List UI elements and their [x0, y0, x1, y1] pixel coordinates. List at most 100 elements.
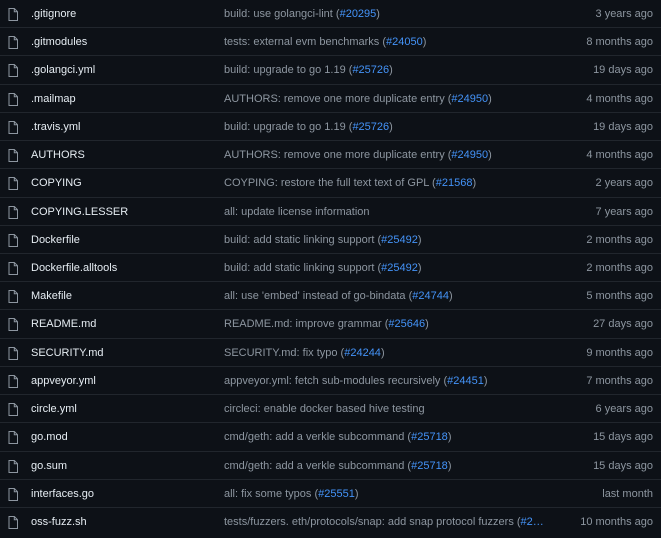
file-row[interactable]: COPYING.LESSER all: update license infor…	[0, 198, 661, 226]
commit-text[interactable]: build: add static linking support (	[224, 234, 381, 246]
commit-text[interactable]: build: use golangci-lint (	[224, 8, 340, 20]
file-row[interactable]: appveyor.yml appveyor.yml: fetch sub-mod…	[0, 367, 661, 396]
commit-text[interactable]: all: fix some typos (	[224, 488, 318, 500]
commit-text[interactable]: cmd/geth: add a verkle subcommand (	[224, 431, 411, 443]
file-name[interactable]: Dockerfile.alltools	[31, 262, 117, 275]
pull-request-link[interactable]: #25726	[352, 121, 389, 133]
commit-age[interactable]: 2 months ago	[586, 262, 653, 275]
file-row[interactable]: Makefile all: use 'embed' instead of go-…	[0, 282, 661, 311]
commit-age[interactable]: 2 years ago	[596, 177, 653, 190]
file-row[interactable]: oss-fuzz.sh tests/fuzzers. eth/protocols…	[0, 508, 661, 536]
file-name[interactable]: interfaces.go	[31, 488, 94, 501]
commit-age[interactable]: 10 months ago	[580, 516, 653, 529]
commit-age[interactable]: 3 years ago	[596, 8, 653, 21]
pull-request-link[interactable]: #25492	[381, 262, 418, 274]
commit-text[interactable]: tests: external evm benchmarks (	[224, 36, 386, 48]
commit-text[interactable]: build: add static linking support (	[224, 262, 381, 274]
file-name[interactable]: circle.yml	[31, 403, 77, 416]
commit-text[interactable]: all: update license information	[224, 206, 370, 218]
pull-request-link[interactable]: #21568	[436, 177, 473, 189]
commit-age[interactable]: 5 months ago	[586, 290, 653, 303]
file-name[interactable]: appveyor.yml	[31, 375, 96, 388]
commit-age[interactable]: 15 days ago	[593, 431, 653, 444]
file-row[interactable]: README.md README.md: improve grammar (#2…	[0, 310, 661, 339]
commit-message[interactable]: build: upgrade to go 1.19 (#25726)	[224, 121, 393, 134]
commit-text[interactable]: circleci: enable docker based hive testi…	[224, 403, 425, 415]
file-row[interactable]: interfaces.go all: fix some typos (#2555…	[0, 480, 661, 508]
commit-message[interactable]: build: upgrade to go 1.19 (#25726)	[224, 64, 393, 77]
file-name[interactable]: .mailmap	[31, 93, 76, 106]
pull-request-link[interactable]: #2…	[521, 516, 544, 528]
pull-request-link[interactable]: #25492	[381, 234, 418, 246]
commit-message[interactable]: COYPING: restore the full text text of G…	[224, 177, 476, 190]
commit-text[interactable]: SECURITY.md: fix typo (	[224, 347, 344, 359]
pull-request-link[interactable]: #20295	[340, 8, 377, 20]
commit-text[interactable]: COYPING: restore the full text text of G…	[224, 177, 436, 189]
file-name[interactable]: .gitignore	[31, 8, 76, 21]
file-name[interactable]: README.md	[31, 318, 96, 331]
pull-request-link[interactable]: #25726	[352, 64, 389, 76]
commit-text[interactable]: AUTHORS: remove one more duplicate entry…	[224, 93, 451, 105]
file-row[interactable]: go.mod cmd/geth: add a verkle subcommand…	[0, 423, 661, 452]
commit-text[interactable]: cmd/geth: add a verkle subcommand (	[224, 460, 411, 472]
commit-age[interactable]: 2 months ago	[586, 234, 653, 247]
file-name[interactable]: oss-fuzz.sh	[31, 516, 87, 529]
commit-age[interactable]: 7 years ago	[596, 206, 653, 219]
file-name[interactable]: Makefile	[31, 290, 72, 303]
commit-message[interactable]: appveyor.yml: fetch sub-modules recursiv…	[224, 375, 488, 388]
commit-text[interactable]: build: upgrade to go 1.19 (	[224, 121, 352, 133]
file-row[interactable]: .gitmodules tests: external evm benchmar…	[0, 28, 661, 57]
file-name[interactable]: Dockerfile	[31, 234, 80, 247]
file-name[interactable]: go.sum	[31, 460, 67, 473]
file-row[interactable]: .gitignore build: use golangci-lint (#20…	[0, 0, 661, 29]
file-name[interactable]: SECURITY.md	[31, 347, 104, 360]
commit-message[interactable]: all: fix some typos (#25551)	[224, 488, 359, 501]
pull-request-link[interactable]: #25718	[411, 460, 448, 472]
commit-message[interactable]: build: use golangci-lint (#20295)	[224, 8, 380, 21]
pull-request-link[interactable]: #24244	[344, 347, 381, 359]
commit-age[interactable]: 19 days ago	[593, 121, 653, 134]
file-row[interactable]: SECURITY.md SECURITY.md: fix typo (#2424…	[0, 339, 661, 367]
commit-message[interactable]: cmd/geth: add a verkle subcommand (#2571…	[224, 460, 451, 473]
pull-request-link[interactable]: #24744	[412, 290, 449, 302]
file-row[interactable]: .travis.yml build: upgrade to go 1.19 (#…	[0, 113, 661, 142]
file-row[interactable]: .golangci.yml build: upgrade to go 1.19 …	[0, 56, 661, 85]
commit-text[interactable]: tests/fuzzers. eth/protocols/snap: add s…	[224, 516, 521, 528]
commit-age[interactable]: 9 months ago	[586, 347, 653, 360]
commit-message[interactable]: all: update license information	[224, 206, 370, 219]
commit-message[interactable]: AUTHORS: remove one more duplicate entry…	[224, 93, 492, 106]
commit-message[interactable]: circleci: enable docker based hive testi…	[224, 403, 425, 416]
file-name[interactable]: .travis.yml	[31, 121, 81, 134]
commit-message[interactable]: tests: external evm benchmarks (#24050)	[224, 36, 426, 49]
file-row[interactable]: Dockerfile.alltools build: add static li…	[0, 254, 661, 283]
commit-message[interactable]: build: add static linking support (#2549…	[224, 262, 422, 275]
file-name[interactable]: .gitmodules	[31, 36, 87, 49]
commit-text[interactable]: all: use 'embed' instead of go-bindata (	[224, 290, 412, 302]
pull-request-link[interactable]: #25551	[318, 488, 355, 500]
commit-age[interactable]: 27 days ago	[593, 318, 653, 331]
commit-age[interactable]: 7 months ago	[586, 375, 653, 388]
pull-request-link[interactable]: #25646	[388, 318, 425, 330]
pull-request-link[interactable]: #25718	[411, 431, 448, 443]
commit-age[interactable]: last month	[602, 488, 653, 501]
commit-message[interactable]: build: add static linking support (#2549…	[224, 234, 422, 247]
commit-message[interactable]: SECURITY.md: fix typo (#24244)	[224, 347, 385, 360]
commit-message[interactable]: AUTHORS: remove one more duplicate entry…	[224, 149, 492, 162]
file-row[interactable]: COPYING COYPING: restore the full text t…	[0, 169, 661, 198]
commit-age[interactable]: 8 months ago	[586, 36, 653, 49]
pull-request-link[interactable]: #24451	[447, 375, 484, 387]
file-name[interactable]: AUTHORS	[31, 149, 85, 162]
commit-message[interactable]: cmd/geth: add a verkle subcommand (#2571…	[224, 431, 451, 444]
commit-age[interactable]: 4 months ago	[586, 93, 653, 106]
file-row[interactable]: .mailmap AUTHORS: remove one more duplic…	[0, 85, 661, 113]
pull-request-link[interactable]: #24950	[451, 93, 488, 105]
commit-text[interactable]: build: upgrade to go 1.19 (	[224, 64, 352, 76]
commit-age[interactable]: 6 years ago	[596, 403, 653, 416]
commit-text[interactable]: AUTHORS: remove one more duplicate entry…	[224, 149, 451, 161]
commit-message[interactable]: tests/fuzzers. eth/protocols/snap: add s…	[224, 516, 544, 529]
file-row[interactable]: go.sum cmd/geth: add a verkle subcommand…	[0, 452, 661, 480]
file-row[interactable]: AUTHORS AUTHORS: remove one more duplica…	[0, 141, 661, 170]
pull-request-link[interactable]: #24050	[386, 36, 423, 48]
commit-age[interactable]: 19 days ago	[593, 64, 653, 77]
commit-message[interactable]: README.md: improve grammar (#25646)	[224, 318, 429, 331]
